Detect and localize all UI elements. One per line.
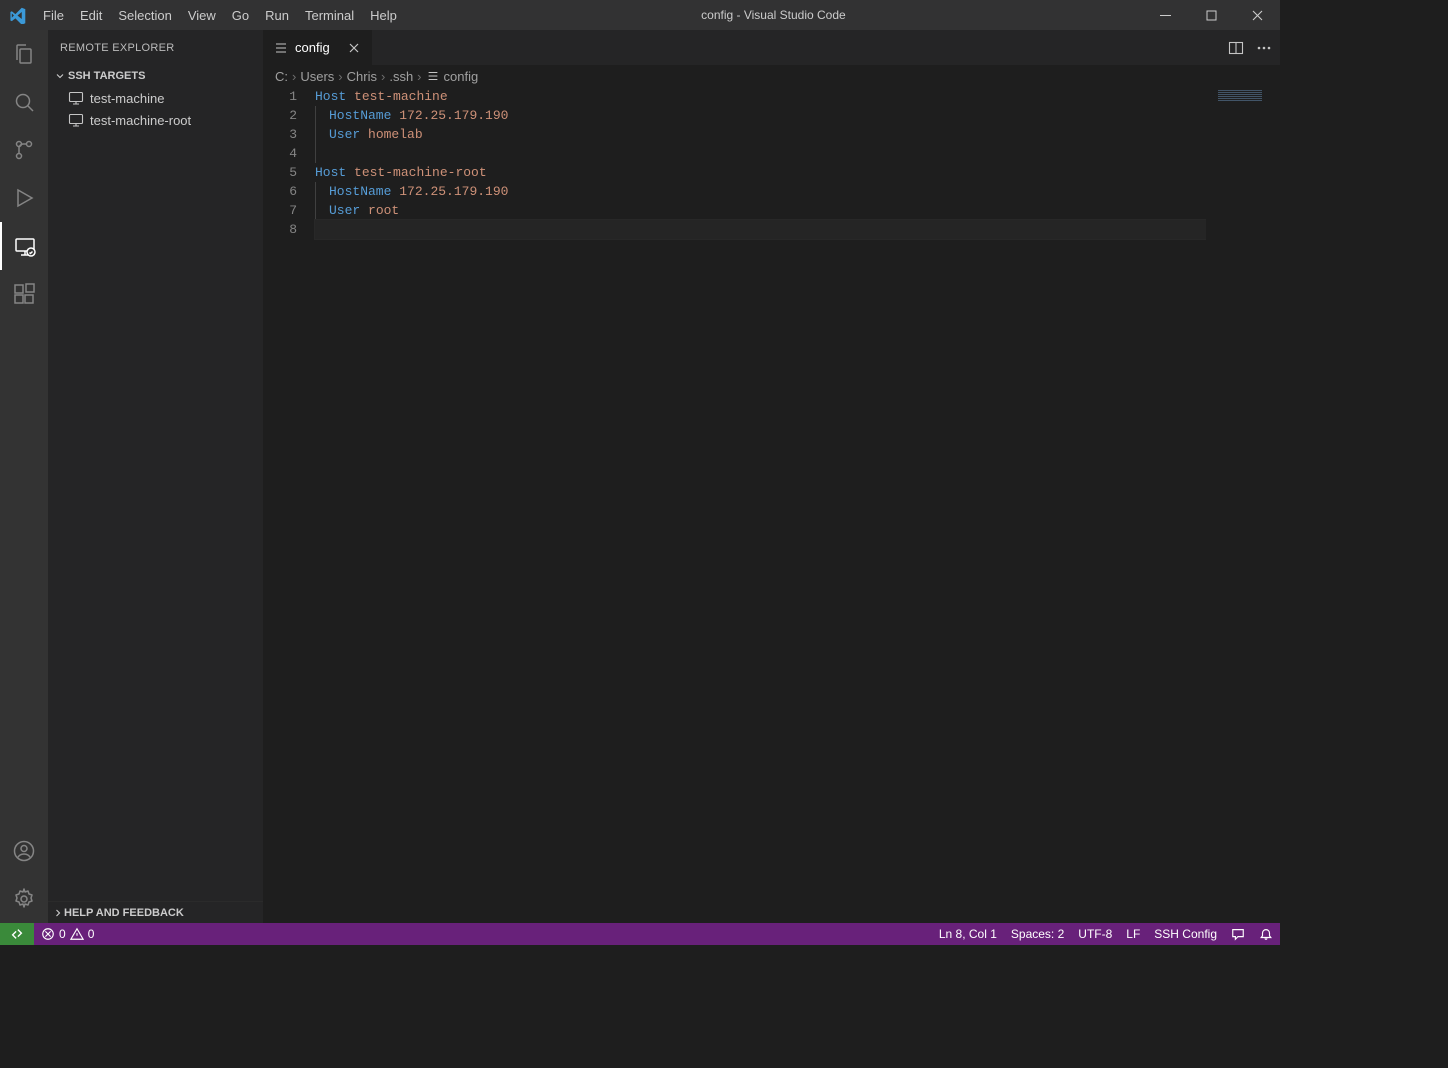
file-icon — [273, 40, 289, 56]
status-eol[interactable]: LF — [1119, 923, 1147, 945]
section-help-feedback[interactable]: HELP AND FEEDBACK — [48, 901, 263, 923]
activity-settings[interactable] — [0, 875, 48, 923]
activity-source-control[interactable] — [0, 126, 48, 174]
status-error-count: 0 — [59, 927, 66, 941]
menu-selection[interactable]: Selection — [110, 0, 179, 30]
maximize-button[interactable] — [1188, 0, 1234, 30]
window-controls — [1142, 0, 1280, 30]
ssh-target-item[interactable]: test-machine — [48, 87, 263, 109]
breadcrumb-item[interactable]: config — [426, 69, 479, 84]
sidebar-title: REMOTE EXPLORER — [48, 30, 263, 65]
monitor-icon — [68, 112, 84, 128]
activity-explorer[interactable] — [0, 30, 48, 78]
title-bar: File Edit Selection View Go Run Terminal… — [0, 0, 1280, 30]
ssh-target-label: test-machine — [90, 91, 164, 106]
section-ssh-targets-label: SSH TARGETS — [68, 70, 145, 82]
minimize-button[interactable] — [1142, 0, 1188, 30]
chevron-right-icon: › — [381, 69, 385, 84]
menu-run[interactable]: Run — [257, 0, 297, 30]
activity-bar — [0, 30, 48, 923]
activity-extensions[interactable] — [0, 270, 48, 318]
line-number-gutter: 12345678 — [263, 87, 315, 923]
split-editor-button[interactable] — [1228, 40, 1244, 56]
tab-config[interactable]: config — [263, 30, 373, 65]
status-feedback-icon[interactable] — [1224, 923, 1252, 945]
menu-view[interactable]: View — [180, 0, 224, 30]
minimap-content — [1218, 89, 1262, 101]
status-notifications-icon[interactable] — [1252, 923, 1280, 945]
status-indentation[interactable]: Spaces: 2 — [1004, 923, 1071, 945]
breadcrumb-item[interactable]: Chris — [347, 69, 377, 84]
vscode-logo-icon — [0, 0, 35, 30]
breadcrumbs: C: › Users › Chris › .ssh › config — [263, 65, 1280, 87]
tab-close-button[interactable] — [346, 40, 362, 56]
chevron-right-icon — [52, 907, 64, 919]
breadcrumb-file-label: config — [444, 69, 479, 84]
activity-remote-explorer[interactable] — [0, 222, 48, 270]
sidebar: REMOTE EXPLORER SSH TARGETS test-machine… — [48, 30, 263, 923]
menu-edit[interactable]: Edit — [72, 0, 110, 30]
tab-label: config — [295, 40, 330, 55]
menu-help[interactable]: Help — [362, 0, 405, 30]
editor-actions — [1220, 30, 1280, 65]
code-content[interactable]: Host test-machineHostName 172.25.179.190… — [315, 87, 1206, 923]
more-actions-button[interactable] — [1256, 40, 1272, 56]
ssh-target-item[interactable]: test-machine-root — [48, 109, 263, 131]
minimap[interactable] — [1206, 87, 1266, 923]
menu-file[interactable]: File — [35, 0, 72, 30]
breadcrumb-item[interactable]: C: — [275, 69, 288, 84]
menu-terminal[interactable]: Terminal — [297, 0, 362, 30]
status-cursor-position[interactable]: Ln 8, Col 1 — [932, 923, 1004, 945]
status-bar: 0 0 Ln 8, Col 1 Spaces: 2 UTF-8 LF SSH C… — [0, 923, 1280, 945]
activity-search[interactable] — [0, 78, 48, 126]
status-problems[interactable]: 0 0 — [34, 923, 101, 945]
window-title: config - Visual Studio Code — [405, 8, 1142, 22]
chevron-down-icon — [52, 70, 68, 82]
section-ssh-targets[interactable]: SSH TARGETS — [48, 65, 263, 87]
breadcrumb-item[interactable]: Users — [300, 69, 334, 84]
status-warning-count: 0 — [88, 927, 95, 941]
section-help-feedback-label: HELP AND FEEDBACK — [64, 907, 184, 919]
sidebar-tree: test-machine test-machine-root — [48, 87, 263, 901]
chevron-right-icon: › — [292, 69, 296, 84]
chevron-right-icon: › — [417, 69, 421, 84]
editor-body[interactable]: 12345678 Host test-machineHostName 172.2… — [263, 87, 1280, 923]
chevron-right-icon: › — [338, 69, 342, 84]
activity-run-debug[interactable] — [0, 174, 48, 222]
status-encoding[interactable]: UTF-8 — [1071, 923, 1119, 945]
remote-indicator[interactable] — [0, 923, 34, 945]
editor-area: config C: › Users › Chris › .ssh — [263, 30, 1280, 923]
menu-go[interactable]: Go — [224, 0, 257, 30]
editor-scrollbar[interactable] — [1266, 87, 1280, 923]
activity-accounts[interactable] — [0, 827, 48, 875]
close-button[interactable] — [1234, 0, 1280, 30]
monitor-icon — [68, 90, 84, 106]
ssh-target-label: test-machine-root — [90, 113, 191, 128]
breadcrumb-item[interactable]: .ssh — [389, 69, 413, 84]
status-language-mode[interactable]: SSH Config — [1147, 923, 1224, 945]
tabs-bar: config — [263, 30, 1280, 65]
menu-bar: File Edit Selection View Go Run Terminal… — [35, 0, 405, 30]
